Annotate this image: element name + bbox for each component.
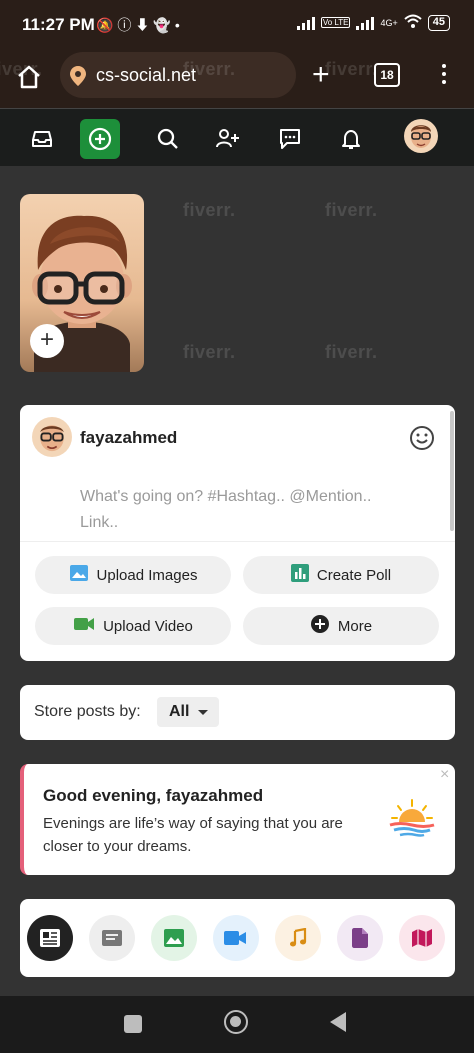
search-icon[interactable] <box>148 119 188 159</box>
watermark: fiverr. <box>325 59 378 79</box>
notifications-icon[interactable] <box>331 119 371 159</box>
divider <box>20 541 455 542</box>
poll-icon <box>290 564 309 586</box>
composer-username: fayazahmed <box>80 428 178 447</box>
browser-toolbar: cs-social.net + 18 <box>0 50 474 108</box>
video-icon <box>73 616 95 636</box>
filter-selected-value: All <box>169 703 190 720</box>
filter-dropdown[interactable]: All <box>157 697 219 727</box>
post-text-input[interactable]: What's going on? #Hashtag.. @Mention.. L… <box>80 484 410 536</box>
greeting-card: × Good evening, fayazahmed Evenings are … <box>20 764 455 875</box>
create-poll-button[interactable]: Create Poll <box>243 556 439 594</box>
add-story-button[interactable]: + <box>30 324 64 358</box>
filter-label: Store posts by: <box>34 703 141 720</box>
watermark: fiverr. <box>183 59 236 79</box>
wifi-icon <box>404 14 422 31</box>
add-user-icon[interactable] <box>208 119 248 159</box>
composer-avatar <box>32 417 72 457</box>
recents-button[interactable] <box>124 1015 142 1033</box>
messages-icon[interactable] <box>270 119 310 159</box>
signal-icon <box>296 16 315 30</box>
music-posts-icon[interactable] <box>275 915 321 961</box>
store-posts-filter: Store posts by: All <box>20 685 455 740</box>
back-button[interactable] <box>330 1012 346 1032</box>
composer-scrollbar[interactable] <box>450 411 454 531</box>
watermark: fiverr. <box>325 200 378 220</box>
tab-switcher-button[interactable]: 18 <box>374 63 400 87</box>
text-posts-icon[interactable] <box>89 915 135 961</box>
more-button[interactable]: More <box>243 607 439 645</box>
url-text: cs-social.net <box>96 65 197 85</box>
post-composer: fayazahmed What's going on? #Hashtag.. @… <box>20 405 455 661</box>
all-posts-icon[interactable] <box>27 915 73 961</box>
plus-circle-icon <box>310 614 330 638</box>
app-top-nav <box>0 108 474 166</box>
close-icon[interactable]: × <box>440 766 449 784</box>
network-type: 4G+ <box>380 17 398 28</box>
create-poll-label: Create Poll <box>316 566 392 584</box>
caret-down-icon <box>198 710 208 715</box>
image-icon <box>69 564 89 586</box>
address-bar[interactable]: cs-social.net <box>60 52 296 98</box>
watermark: fiverr. <box>183 342 236 362</box>
upload-images-label: Upload Images <box>96 566 198 584</box>
location-pin-icon <box>68 65 88 92</box>
create-story-card[interactable]: + <box>20 194 144 372</box>
upload-video-button[interactable]: Upload Video <box>35 607 231 645</box>
signal-icon-2 <box>356 16 375 30</box>
notification-icons: 🔕ⓘ⬇👻• <box>96 17 184 33</box>
greeting-text: Evenings are life’s way of saying that y… <box>43 815 343 855</box>
watermark: fiverr. <box>183 200 236 220</box>
status-time: 11:27 PM <box>22 15 95 34</box>
volte-badge: Vo LTE <box>320 17 351 28</box>
browser-menu-icon[interactable] <box>440 64 448 88</box>
inbox-home-icon[interactable] <box>22 119 62 159</box>
post-type-filter-bar <box>20 899 455 977</box>
system-nav-bar <box>0 996 474 1053</box>
upload-images-button[interactable]: Upload Images <box>35 556 231 594</box>
video-posts-icon[interactable] <box>213 915 259 961</box>
sunset-icon <box>388 798 436 843</box>
battery-icon: 45 <box>427 14 450 31</box>
greeting-title: Good evening, fayazahmed <box>43 786 264 805</box>
home-button[interactable] <box>224 1010 248 1034</box>
emoji-icon[interactable] <box>409 425 435 456</box>
image-posts-icon[interactable] <box>151 915 197 961</box>
more-label: More <box>337 617 373 635</box>
watermark: fiverr. <box>325 342 378 362</box>
watermark: fiverr. <box>0 59 43 79</box>
add-circle-icon[interactable] <box>80 119 120 159</box>
status-right: Vo LTE 4G+ 45 <box>296 14 450 31</box>
status-bar: 11:27 PM 🔕ⓘ⬇👻• Vo LTE 4G+ 45 <box>0 0 474 50</box>
map-posts-icon[interactable] <box>399 915 445 961</box>
profile-avatar[interactable] <box>404 119 438 153</box>
file-posts-icon[interactable] <box>337 915 383 961</box>
upload-video-label: Upload Video <box>103 617 193 635</box>
